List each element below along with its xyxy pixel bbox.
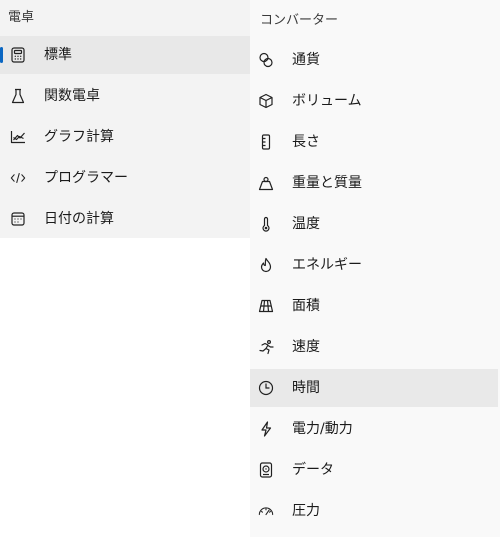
thermometer-icon	[258, 216, 274, 232]
nav-item-label: 日付の計算	[44, 211, 114, 227]
calculators-panel: 電卓 標準 関数電卓 グラフ計算 プログラマー 日付の計算	[0, 0, 250, 238]
nav-item-label: 面積	[292, 298, 320, 314]
nav-item-data[interactable]: データ	[250, 451, 498, 489]
nav-item-label: 関数電卓	[44, 88, 100, 104]
nav-item-power[interactable]: 電力/動力	[250, 410, 498, 448]
nav-item-temperature[interactable]: 温度	[250, 205, 498, 243]
flask-icon	[10, 88, 26, 104]
nav-item-label: 電力/動力	[292, 421, 353, 437]
selection-indicator	[0, 47, 3, 63]
fire-icon	[258, 257, 274, 273]
converters-panel: コンバーター 通貨 ボリューム 長さ 重量と質量 温度 エネルギー 面積 速度 …	[250, 0, 500, 537]
converters-section-title: コンバーター	[260, 13, 339, 28]
weight-icon	[258, 175, 274, 191]
nav-item-label: グラフ計算	[44, 129, 114, 145]
nav-item-weight-mass[interactable]: 重量と質量	[250, 164, 498, 202]
nav-item-label: 温度	[292, 216, 320, 232]
nav-item-label: 標準	[44, 47, 72, 63]
running-icon	[258, 339, 274, 355]
nav-item-label: エネルギー	[292, 257, 362, 273]
nav-item-programmer[interactable]: プログラマー	[0, 159, 250, 197]
nav-item-label: 重量と質量	[292, 175, 362, 191]
nav-item-label: 長さ	[292, 134, 320, 150]
nav-item-graphing[interactable]: グラフ計算	[0, 118, 250, 156]
nav-item-standard[interactable]: 標準	[0, 36, 250, 74]
nav-item-pressure[interactable]: 圧力	[250, 492, 498, 530]
ruler-icon	[258, 134, 274, 150]
nav-item-time[interactable]: 時間	[250, 369, 498, 407]
currency-icon	[258, 52, 274, 68]
nav-item-label: 通貨	[292, 52, 320, 68]
calculator-icon	[10, 47, 26, 63]
nav-item-label: プログラマー	[44, 170, 128, 186]
cube-icon	[258, 93, 274, 109]
nav-item-label: データ	[292, 462, 334, 478]
graph-icon	[10, 129, 26, 145]
area-grid-icon	[258, 298, 274, 314]
nav-item-label: 圧力	[292, 503, 320, 519]
nav-item-speed[interactable]: 速度	[250, 328, 498, 366]
nav-item-area[interactable]: 面積	[250, 287, 498, 325]
nav-item-date-calculation[interactable]: 日付の計算	[0, 200, 250, 238]
lightning-icon	[258, 421, 274, 437]
code-icon	[10, 170, 26, 186]
nav-item-scientific[interactable]: 関数電卓	[0, 77, 250, 115]
storage-icon	[258, 462, 274, 478]
nav-item-length[interactable]: 長さ	[250, 123, 498, 161]
gauge-icon	[258, 503, 274, 519]
nav-item-volume[interactable]: ボリューム	[250, 82, 498, 120]
nav-item-label: 時間	[292, 380, 320, 396]
calendar-icon	[10, 211, 26, 227]
nav-item-label: 速度	[292, 339, 320, 355]
nav-item-currency[interactable]: 通貨	[250, 41, 498, 79]
calculators-section-title: 電卓	[8, 10, 35, 25]
nav-item-energy[interactable]: エネルギー	[250, 246, 498, 284]
nav-item-label: ボリューム	[292, 93, 362, 109]
clock-icon	[258, 380, 274, 396]
